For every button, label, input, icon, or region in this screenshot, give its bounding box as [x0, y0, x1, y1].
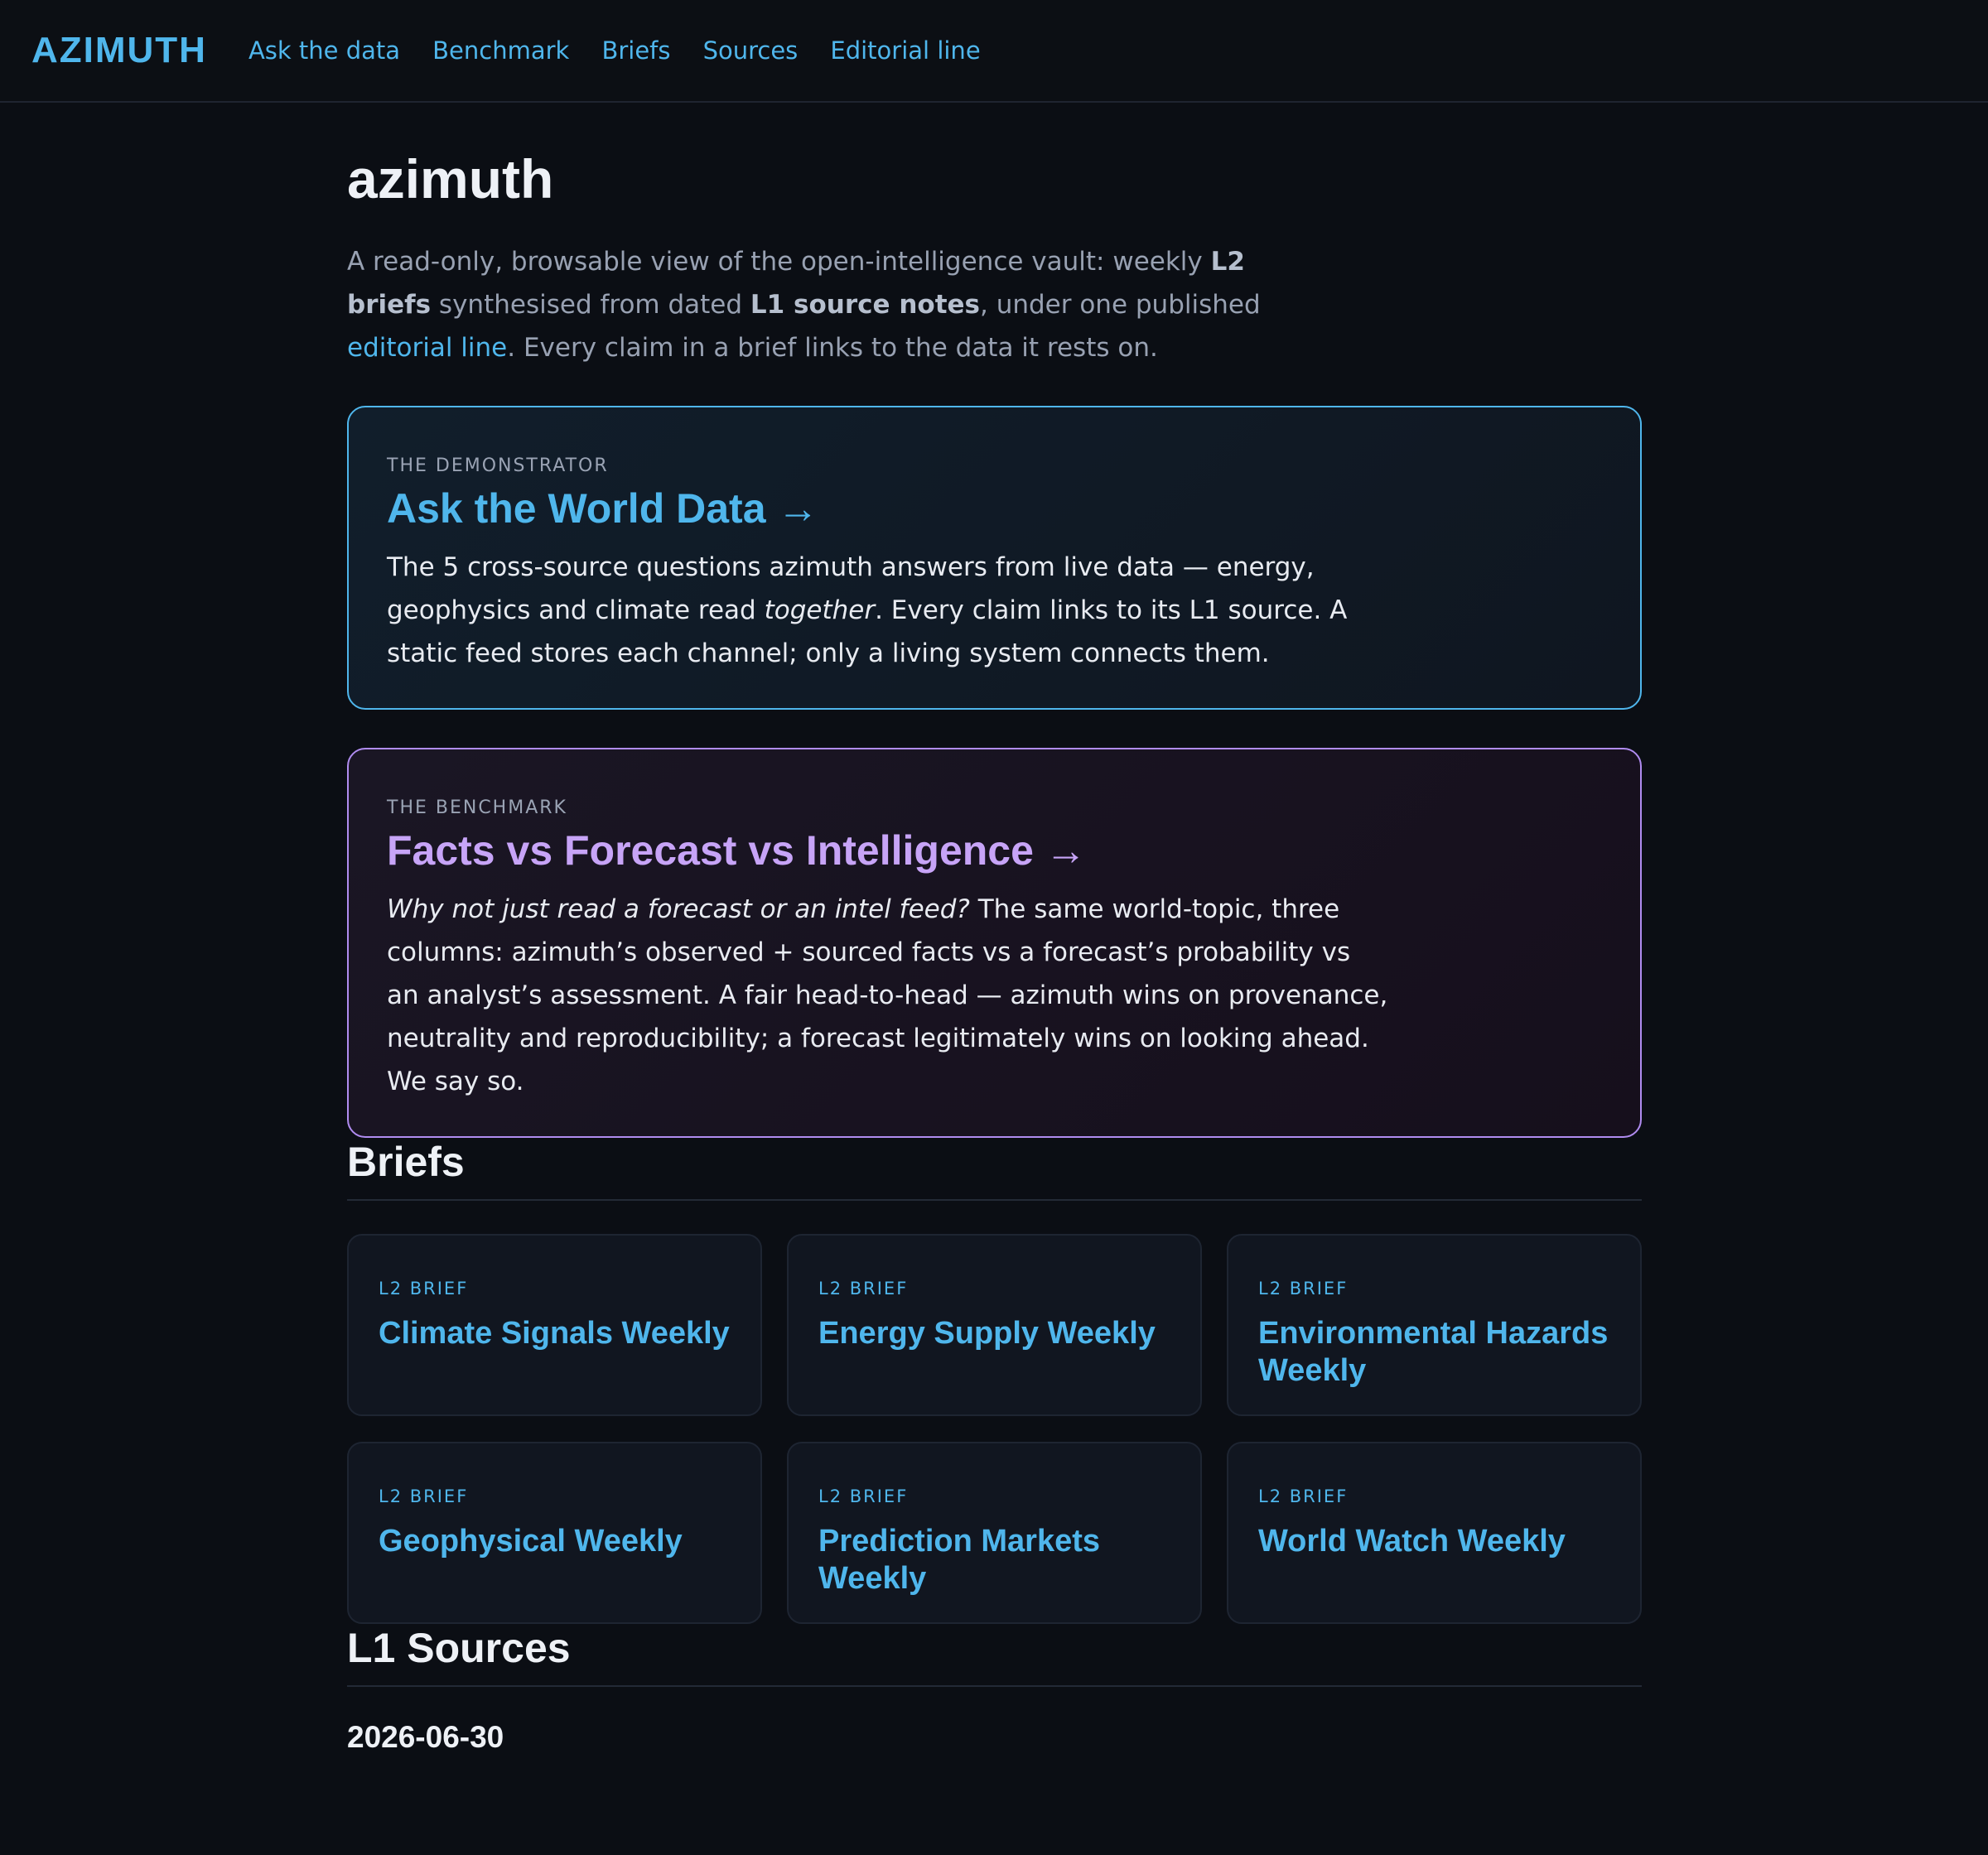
benchmark-text: The same world-topic, three columns: azi…: [387, 894, 1388, 1096]
brief-tag: L2 BRIEF: [379, 1486, 469, 1506]
benchmark-card[interactable]: THE BENCHMARK Facts vs Forecast vs Intel…: [347, 748, 1642, 1138]
brief-title[interactable]: Climate Signals Weekly: [379, 1315, 732, 1352]
intro-text-4: . Every claim in a brief links to the da…: [507, 333, 1158, 363]
nav-link-ask-the-data[interactable]: Ask the data: [248, 36, 400, 65]
brief-card-prediction-markets[interactable]: L2 BRIEF Prediction Markets Weekly: [787, 1442, 1202, 1624]
brief-card-environmental-hazards[interactable]: L2 BRIEF Environmental Hazards Weekly: [1227, 1234, 1642, 1416]
brief-tag: L2 BRIEF: [1258, 1279, 1349, 1298]
brief-title[interactable]: Prediction Markets Weekly: [818, 1523, 1172, 1597]
editorial-line-link[interactable]: editorial line: [347, 333, 507, 363]
intro-bold-l1-source-notes: L1 source notes: [750, 290, 980, 320]
demonstrator-description: The 5 cross-source questions azimuth ans…: [387, 546, 1389, 675]
main-content: azimuth A read-only, browsable view of t…: [347, 103, 1642, 1755]
brief-card-energy-supply[interactable]: L2 BRIEF Energy Supply Weekly: [787, 1234, 1202, 1416]
benchmark-emphasis: Why not just read a forecast or an intel…: [387, 894, 970, 924]
benchmark-title-link[interactable]: Facts vs Forecast vs Intelligence →: [387, 826, 1602, 874]
brief-title[interactable]: World Watch Weekly: [1258, 1523, 1612, 1560]
brief-card-geophysical[interactable]: L2 BRIEF Geophysical Weekly: [347, 1442, 762, 1624]
demonstrator-eyebrow: THE DEMONSTRATOR: [387, 455, 609, 476]
briefs-heading: Briefs: [347, 1138, 1642, 1201]
briefs-grid: L2 BRIEF Climate Signals Weekly L2 BRIEF…: [347, 1234, 1642, 1624]
brief-tag: L2 BRIEF: [379, 1279, 469, 1298]
nav-link-sources[interactable]: Sources: [703, 36, 799, 65]
brief-title[interactable]: Energy Supply Weekly: [818, 1315, 1172, 1352]
nav-link-editorial-line[interactable]: Editorial line: [830, 36, 980, 65]
intro-text-3: , under one published: [979, 290, 1261, 320]
benchmark-eyebrow: THE BENCHMARK: [387, 797, 567, 818]
brand-logo[interactable]: AZIMUTH: [31, 30, 207, 71]
sources-heading: L1 Sources: [347, 1624, 1642, 1687]
brief-card-climate-signals[interactable]: L2 BRIEF Climate Signals Weekly: [347, 1234, 762, 1416]
demonstrator-title-link[interactable]: Ask the World Data →: [387, 484, 1602, 532]
brief-tag: L2 BRIEF: [818, 1279, 909, 1298]
brief-title[interactable]: Environmental Hazards Weekly: [1258, 1315, 1612, 1390]
benchmark-description: Why not just read a forecast or an intel…: [387, 888, 1389, 1103]
intro-text-1: A read-only, browsable view of the open-…: [347, 247, 1211, 277]
brief-title[interactable]: Geophysical Weekly: [379, 1523, 732, 1560]
top-nav-bar: AZIMUTH Ask the data Benchmark Briefs So…: [0, 0, 1988, 103]
nav-link-benchmark[interactable]: Benchmark: [432, 36, 569, 65]
brief-tag: L2 BRIEF: [1258, 1486, 1349, 1506]
brief-card-world-watch[interactable]: L2 BRIEF World Watch Weekly: [1227, 1442, 1642, 1624]
brief-tag: L2 BRIEF: [818, 1486, 909, 1506]
source-date-heading: 2026-06-30: [347, 1720, 504, 1754]
intro-paragraph: A read-only, browsable view of the open-…: [347, 240, 1325, 369]
intro-text-2: synthesised from dated: [431, 290, 750, 320]
page-title: azimuth: [347, 148, 554, 210]
demonstrator-card[interactable]: THE DEMONSTRATOR Ask the World Data → Th…: [347, 406, 1642, 710]
main-nav: Ask the data Benchmark Briefs Sources Ed…: [248, 36, 1009, 65]
nav-link-briefs[interactable]: Briefs: [601, 36, 670, 65]
demonstrator-emphasis: together: [764, 595, 876, 625]
